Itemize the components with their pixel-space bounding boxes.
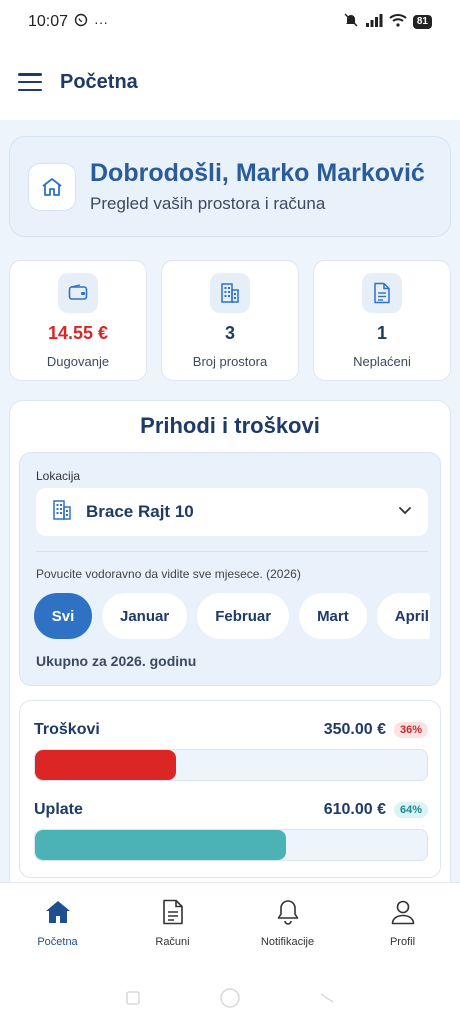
bar-amount: 350.00 € [323,721,386,738]
user-icon [390,899,416,930]
month-selector[interactable]: Svi Januar Februar Mart April [34,593,430,641]
status-time: 10:07 [28,13,69,30]
progress-fill-expenses [35,750,177,780]
signal-icon [365,13,383,32]
bottom-nav: Početna Računi Notifikacije Profil [0,882,460,952]
card-title: Prihodi i troškovi [140,413,320,438]
home-button-icon[interactable] [219,987,241,1014]
wallet-icon [58,273,98,313]
stat-spaces[interactable]: 3 Broj prostora [161,260,299,381]
month-chip-january[interactable]: Januar [102,593,188,639]
app-bar: Početna [0,52,460,112]
progress-track [34,829,428,861]
nav-profile[interactable]: Profil [345,883,460,952]
nav-label: Profil [389,936,416,948]
document-icon [362,273,402,313]
payments-row: Uplate 610.00 € 64% [34,799,428,861]
home-icon [44,899,72,930]
stat-unpaid[interactable]: 1 Neplaćeni [313,260,451,381]
welcome-card: Dobrodošli, Marko Marković Pregled vaših… [9,136,451,237]
welcome-subtitle: Pregled vaših prostora i računa [90,194,326,213]
month-chip-march[interactable]: Mart [299,593,367,639]
nav-label: Početna [37,936,78,948]
battery-indicator: 81 [412,15,432,29]
month-chip-february[interactable]: Februar [197,593,290,639]
bar-name: Uplate [34,801,83,818]
location-label: Lokacija [36,469,81,483]
viber-icon [74,13,88,32]
system-nav [0,985,460,1015]
stat-value: 1 [376,323,387,343]
recents-icon[interactable] [125,990,141,1011]
nav-bills[interactable]: Računi [115,883,230,952]
nav-label: Notifikacije [260,936,315,948]
nav-home[interactable]: Početna [0,883,115,952]
stat-debt[interactable]: 14.55 € Dugovanje [9,260,147,381]
swipe-hint: Povucite vodoravno da vidite sve mjesece… [36,567,301,581]
year-total-label: Ukupno za 2026. godinu [36,653,197,669]
percent-badge: 36% [393,722,428,738]
divider [36,551,428,552]
receipt-icon [162,899,184,930]
bar-amount: 610.00 € [323,801,386,818]
page-title: Početna [60,70,138,93]
chevron-down-icon [398,503,412,521]
stat-value: 3 [224,323,235,343]
income-expense-card: Prihodi i troškovi Lokacija Brace Rajt 1… [9,400,451,882]
percent-badge: 64% [393,802,428,818]
nav-label: Računi [155,936,190,948]
expenses-row: Troškovi 350.00 € 36% [34,719,428,781]
location-select[interactable]: Brace Rajt 10 [36,488,428,536]
wifi-icon [389,13,407,32]
main-content: Dobrodošli, Marko Marković Pregled vaših… [0,120,460,882]
bar-name: Troškovi [34,721,100,738]
stats-row: 14.55 € Dugovanje 3 Broj prostora 1 Nepl… [9,260,451,381]
menu-icon[interactable] [18,73,42,91]
month-chip-april[interactable]: April [376,593,430,639]
progress-panel: Troškovi 350.00 € 36% Uplate 610.00 € 64… [19,700,441,878]
filter-panel: Lokacija Brace Rajt 10 Povucite vodoravn… [19,452,441,686]
more-dots-icon: ··· [94,14,109,30]
progress-fill-payments [35,830,286,860]
stat-value: 14.55 € [47,323,109,343]
welcome-title: Dobrodošli, Marko Marković [90,159,425,187]
bell-icon [276,899,300,930]
stat-label: Dugovanje [46,354,110,369]
home-icon [28,162,76,211]
month-chip-all[interactable]: Svi [34,593,92,639]
status-bar: 10:07 ··· 81 [0,0,460,44]
building-icon [52,499,72,526]
mute-icon [343,12,359,33]
back-icon[interactable] [319,990,335,1011]
location-value: Brace Rajt 10 [86,502,194,521]
stat-label: Neplaćeni [353,354,411,369]
stat-label: Broj prostora [192,354,268,369]
progress-track [34,749,428,781]
building-icon [210,273,250,313]
nav-notifications[interactable]: Notifikacije [230,883,345,952]
